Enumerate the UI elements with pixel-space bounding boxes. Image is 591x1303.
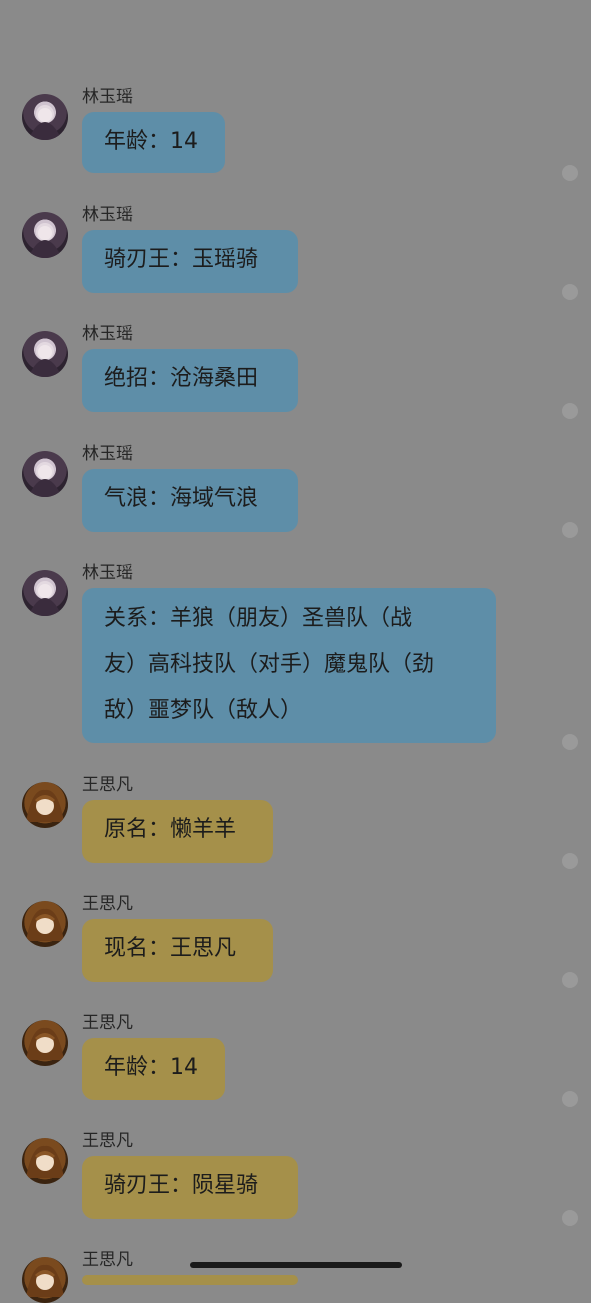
sender-name: 王思凡 (82, 1013, 133, 1033)
message-bubble[interactable]: 年龄：14 (82, 1038, 225, 1100)
message-bubble[interactable] (82, 1275, 298, 1285)
sender-name: 王思凡 (82, 1131, 133, 1151)
avatar[interactable] (22, 782, 68, 828)
sender-name: 林玉瑶 (82, 563, 133, 583)
message-bubble[interactable]: 骑刃王：玉瑶骑 (82, 230, 298, 293)
message-bubble[interactable]: 绝招：沧海桑田 (82, 349, 298, 412)
sender-name: 林玉瑶 (82, 324, 133, 344)
avatar[interactable] (22, 451, 68, 497)
avatar[interactable] (22, 94, 68, 140)
avatar[interactable] (22, 570, 68, 616)
message-bubble[interactable]: 年龄：14 (82, 112, 225, 173)
message-bubble[interactable]: 气浪：海域气浪 (82, 469, 298, 532)
select-dot[interactable] (562, 403, 578, 419)
message-bubble[interactable]: 现名：王思凡 (82, 919, 273, 982)
select-dot[interactable] (562, 165, 578, 181)
select-dot[interactable] (562, 853, 578, 869)
select-dot[interactable] (562, 1091, 578, 1107)
sender-name: 林玉瑶 (82, 444, 133, 464)
sender-name: 王思凡 (82, 775, 133, 795)
message-line: 关系：羊狼（朋友）圣兽队（战 (104, 606, 413, 631)
select-dot[interactable] (562, 522, 578, 538)
sender-name: 王思凡 (82, 894, 133, 914)
sender-name: 林玉瑶 (82, 87, 133, 107)
avatar[interactable] (22, 212, 68, 258)
message-line: 友）高科技队（对手）魔鬼队（劲 (104, 652, 435, 677)
avatar[interactable] (22, 1020, 68, 1066)
avatar[interactable] (22, 1138, 68, 1184)
message-bubble[interactable]: 原名：懒羊羊 (82, 800, 273, 863)
message-bubble[interactable]: 骑刃王：陨星骑 (82, 1156, 298, 1219)
home-indicator[interactable] (190, 1262, 402, 1268)
message-line: 敌）噩梦队（敌人） (104, 698, 303, 723)
select-dot[interactable] (562, 1210, 578, 1226)
message-bubble[interactable]: 关系：羊狼（朋友）圣兽队（战 友）高科技队（对手）魔鬼队（劲 敌）噩梦队（敌人） (82, 588, 496, 743)
select-dot[interactable] (562, 284, 578, 300)
select-dot[interactable] (562, 734, 578, 750)
avatar[interactable] (22, 331, 68, 377)
sender-name: 王思凡 (82, 1250, 133, 1270)
avatar[interactable] (22, 1257, 68, 1303)
select-dot[interactable] (562, 972, 578, 988)
avatar[interactable] (22, 901, 68, 947)
sender-name: 林玉瑶 (82, 205, 133, 225)
